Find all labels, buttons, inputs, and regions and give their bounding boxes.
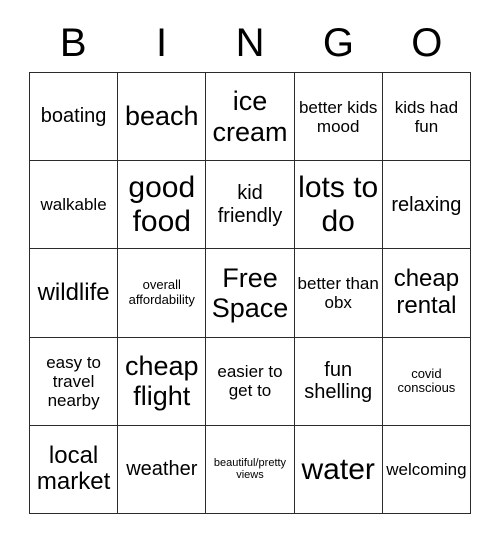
- bingo-cell-label: local market: [36, 441, 111, 496]
- bingo-cell-r2c4[interactable]: lots to do: [294, 161, 383, 250]
- bingo-cell-r3c3[interactable]: Free Space: [206, 249, 295, 338]
- bingo-cell-r3c2[interactable]: overall affordability: [118, 249, 207, 338]
- header-letter-g: G: [322, 21, 354, 65]
- bingo-cell-r2c5[interactable]: relaxing: [382, 161, 471, 250]
- bingo-cell-label: welcoming: [386, 459, 467, 479]
- bingo-cell-label: cheap flight: [125, 350, 199, 412]
- bingo-cell-r5c3[interactable]: beautiful/pretty views: [206, 425, 295, 514]
- bingo-cell-label: water: [301, 452, 375, 486]
- bingo-cell-r1c1[interactable]: boating: [30, 73, 119, 162]
- bingo-cell-label: weather: [126, 458, 198, 481]
- bingo-cell-r3c5[interactable]: cheap rental: [382, 249, 471, 338]
- bingo-grid: boating beach ice cream better kids mood kid…: [29, 72, 471, 514]
- bingo-cell-r4c5[interactable]: covid conscious: [382, 337, 471, 426]
- bingo-cell-label: relaxing: [391, 193, 462, 216]
- bingo-cell-label: easier to get to: [217, 362, 283, 401]
- bingo-cell-label: overall affordability: [128, 277, 195, 307]
- bingo-cell-r4c3[interactable]: easier to get to: [206, 337, 295, 426]
- header-letter-i: I: [156, 21, 168, 65]
- bingo-cell-label: good food: [128, 171, 196, 238]
- bingo-cell-label: walkable: [40, 195, 107, 215]
- bingo-cell-label: boating: [40, 105, 107, 128]
- bingo-cell-r2c1[interactable]: walkable: [30, 161, 119, 250]
- bingo-cell-label: fun shelling: [304, 358, 373, 404]
- bingo-cell-label: beautiful/pretty views: [213, 457, 287, 482]
- bingo-cell-label: better kids mood: [298, 97, 378, 136]
- bingo-cell-label: Free Space: [211, 262, 289, 323]
- bingo-cell-r3c1[interactable]: wildlife: [30, 249, 119, 338]
- header-letter-n: N: [235, 21, 265, 65]
- bingo-cell-r4c4[interactable]: fun shelling: [294, 337, 383, 426]
- bingo-cell-r1c4[interactable]: better kids mood: [294, 73, 383, 162]
- bingo-cell-r4c2[interactable]: cheap flight: [118, 337, 207, 426]
- bingo-cell-label: cheap rental: [393, 265, 460, 319]
- bingo-cell-r5c5[interactable]: welcoming: [382, 425, 471, 514]
- bingo-cell-label: wildlife: [37, 278, 110, 306]
- bingo-cell-label: covid conscious: [397, 365, 456, 396]
- bingo-cell-r4c1[interactable]: easy to travel nearby: [30, 337, 119, 426]
- bingo-card: B I N G O boating beach ice cream better ki…: [0, 0, 500, 544]
- bingo-cell-r2c2[interactable]: good food: [118, 161, 207, 250]
- bingo-cell-r1c2[interactable]: beach: [118, 73, 207, 162]
- bingo-cell-label: easy to travel nearby: [46, 352, 101, 410]
- bingo-cell-label: kid friendly: [217, 182, 283, 227]
- bingo-cell-label: ice cream: [212, 86, 288, 147]
- header-letter-b: B: [59, 21, 87, 65]
- bingo-cell-label: lots to do: [298, 171, 379, 238]
- bingo-cell-r5c1[interactable]: local market: [30, 425, 119, 514]
- bingo-cell-r5c2[interactable]: weather: [118, 425, 207, 514]
- bingo-cell-label: beach: [125, 101, 199, 132]
- header-letter-o: O: [411, 21, 443, 65]
- bingo-cell-r1c5[interactable]: kids had fun: [382, 73, 471, 162]
- bingo-cell-r1c3[interactable]: ice cream: [206, 73, 295, 162]
- bingo-cell-label: better than obx: [297, 273, 379, 312]
- bingo-header: B I N G O: [29, 18, 471, 68]
- bingo-cell-r2c3[interactable]: kid friendly: [206, 161, 295, 250]
- bingo-cell-r5c4[interactable]: water: [294, 425, 383, 514]
- bingo-cell-r3c4[interactable]: better than obx: [294, 249, 383, 338]
- bingo-cell-label: kids had fun: [394, 97, 459, 136]
